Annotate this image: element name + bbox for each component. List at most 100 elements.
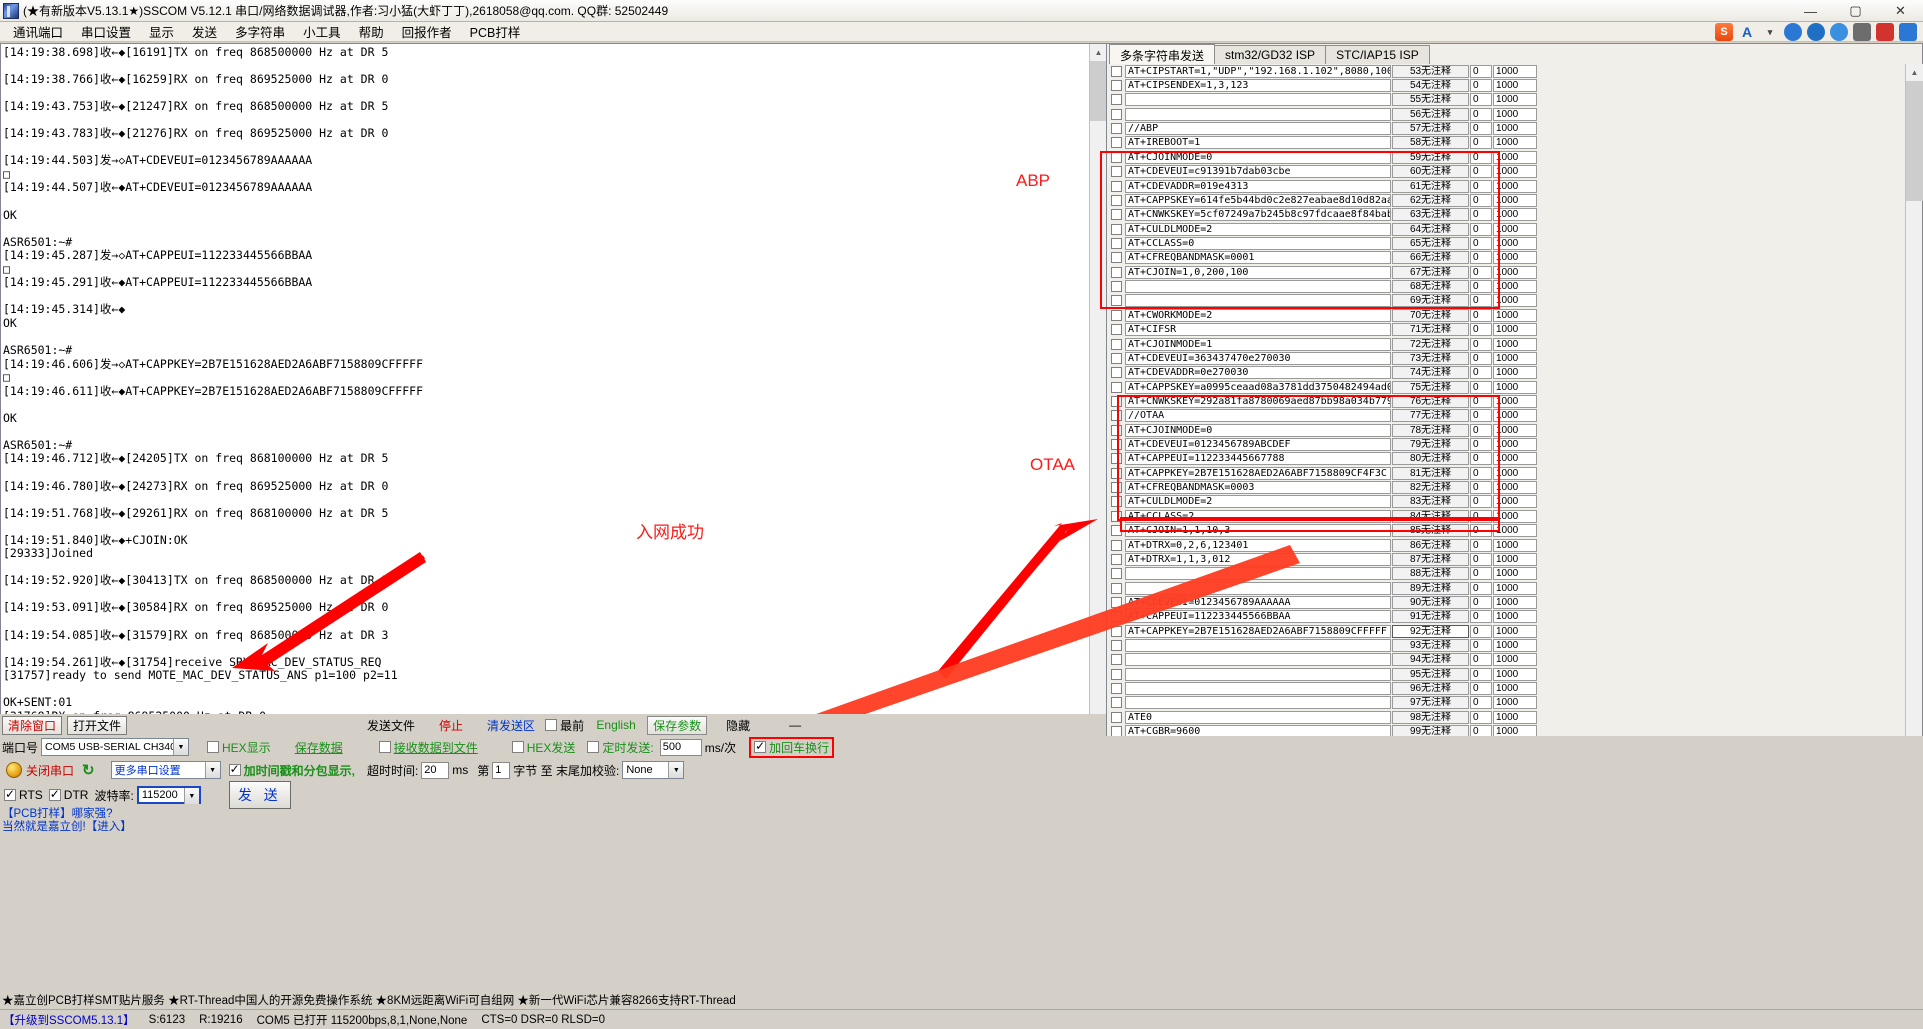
command-row[interactable]: AT+CAPPEUI=112233445566BBAA 91无注释 0 1000 bbox=[1109, 610, 1902, 624]
command-row[interactable]: AT+CIPSTART=1,"UDP","192.168.1.102",8080… bbox=[1109, 64, 1902, 78]
command-text-input[interactable]: AT+CFREQBANDMASK=0003 bbox=[1125, 481, 1391, 495]
command-delay-input[interactable]: 1000 bbox=[1493, 409, 1537, 423]
command-row[interactable]: AT+DTRX=0,2,6,123401 86无注释 0 1000 bbox=[1109, 538, 1902, 552]
command-flag-input[interactable]: 0 bbox=[1470, 624, 1492, 638]
refresh-icon[interactable]: ↻ bbox=[82, 761, 95, 779]
rts-checkbox[interactable] bbox=[4, 787, 16, 801]
command-text-input[interactable]: AT+CDEVEUI=0123456789ABCDEF bbox=[1125, 438, 1391, 452]
menu-item-feedback[interactable]: 回报作者 bbox=[393, 21, 461, 42]
command-text-input[interactable] bbox=[1125, 667, 1391, 681]
command-delay-input[interactable]: 1000 bbox=[1493, 481, 1537, 495]
save-params-button[interactable]: 保存参数 bbox=[647, 715, 708, 735]
open-file-button[interactable]: 打开文件 bbox=[67, 715, 128, 735]
more-settings-chevron-down-icon[interactable]: ▼ bbox=[204, 762, 220, 778]
command-note-input[interactable]: 86无注释 bbox=[1392, 538, 1469, 552]
command-note-input[interactable]: 98无注释 bbox=[1392, 710, 1469, 724]
command-note-input[interactable]: 73无注释 bbox=[1392, 351, 1469, 365]
baud-chevron-down-icon[interactable]: ▼ bbox=[183, 788, 199, 804]
command-row-checkbox[interactable] bbox=[1111, 683, 1122, 695]
command-row-checkbox[interactable] bbox=[1111, 367, 1122, 379]
command-delay-input[interactable]: 1000 bbox=[1493, 366, 1537, 380]
command-note-input[interactable]: 90无注释 bbox=[1392, 595, 1469, 609]
command-flag-input[interactable]: 0 bbox=[1470, 280, 1492, 294]
command-flag-input[interactable]: 0 bbox=[1470, 409, 1492, 423]
command-row-checkbox[interactable] bbox=[1111, 352, 1122, 364]
bytes-input[interactable]: 1 bbox=[492, 761, 511, 779]
command-flag-input[interactable]: 0 bbox=[1470, 509, 1492, 523]
command-row-checkbox[interactable] bbox=[1111, 582, 1122, 594]
command-flag-input[interactable]: 0 bbox=[1470, 122, 1492, 136]
recv-to-file-checkbox[interactable] bbox=[378, 741, 391, 753]
command-note-input[interactable]: 61无注释 bbox=[1392, 179, 1469, 193]
command-note-input[interactable]: 59无注释 bbox=[1392, 150, 1469, 164]
command-text-input[interactable]: AT+IREBOOT=1 bbox=[1125, 136, 1391, 150]
command-flag-input[interactable]: 0 bbox=[1470, 481, 1492, 495]
command-text-input[interactable]: AT+CULDLMODE=2 bbox=[1125, 495, 1391, 509]
command-note-input[interactable]: 91无注释 bbox=[1392, 610, 1469, 624]
command-flag-input[interactable]: 0 bbox=[1470, 351, 1492, 365]
command-note-input[interactable]: 76无注释 bbox=[1392, 394, 1469, 408]
dtr-checkbox[interactable] bbox=[48, 787, 61, 801]
command-note-input[interactable]: 79无注释 bbox=[1392, 438, 1469, 452]
command-note-input[interactable]: 94无注释 bbox=[1392, 653, 1469, 667]
command-row[interactable]: AT+CFREQBANDMASK=0001 66无注释 0 1000 bbox=[1109, 251, 1902, 265]
command-delay-input[interactable]: 1000 bbox=[1493, 280, 1537, 294]
command-row-checkbox[interactable] bbox=[1111, 295, 1122, 307]
command-flag-input[interactable]: 0 bbox=[1470, 136, 1492, 150]
command-text-input[interactable]: AT+CDEVADDR=019e4313 bbox=[1125, 179, 1391, 193]
more-settings-select[interactable]: 更多串口设置 ▼ bbox=[110, 761, 221, 779]
command-row-checkbox[interactable] bbox=[1111, 668, 1122, 680]
command-row-checkbox[interactable] bbox=[1111, 439, 1122, 451]
command-row-checkbox[interactable] bbox=[1111, 395, 1122, 407]
cmd-scroll-thumb[interactable] bbox=[1906, 81, 1923, 201]
command-row[interactable]: AT+CULDLMODE=2 83无注释 0 1000 bbox=[1109, 495, 1902, 509]
command-text-input[interactable]: AT+CFREQBANDMASK=0001 bbox=[1125, 251, 1391, 265]
command-row[interactable]: 55无注释 0 1000 bbox=[1109, 93, 1902, 107]
menu-item-multi-string[interactable]: 多字符串 bbox=[226, 21, 294, 42]
command-flag-input[interactable]: 0 bbox=[1470, 64, 1492, 78]
command-delay-input[interactable]: 1000 bbox=[1493, 251, 1537, 265]
hex-send-checkbox[interactable] bbox=[511, 741, 524, 753]
add-crlf-checkbox[interactable] bbox=[754, 739, 767, 753]
command-delay-input[interactable]: 1000 bbox=[1493, 682, 1537, 696]
menu-item-tools[interactable]: 小工具 bbox=[294, 21, 350, 42]
command-row-checkbox[interactable] bbox=[1111, 180, 1122, 192]
clear-send-area-button[interactable]: 清发送区 bbox=[482, 716, 540, 735]
topmost-checkbox-row[interactable]: 最前 bbox=[545, 717, 584, 734]
command-flag-input[interactable]: 0 bbox=[1470, 639, 1492, 653]
hide-button[interactable]: 隐藏 bbox=[712, 716, 764, 735]
command-text-input[interactable] bbox=[1125, 280, 1391, 294]
tab-multi-string-send[interactable]: 多条字符串发送 bbox=[1109, 44, 1216, 64]
command-delay-input[interactable]: 1000 bbox=[1493, 452, 1537, 466]
command-note-input[interactable]: 63无注释 bbox=[1392, 208, 1469, 222]
tab-stc-isp[interactable]: STC/IAP15 ISP bbox=[1325, 45, 1430, 64]
close-button[interactable]: ✕ bbox=[1878, 0, 1923, 22]
command-row[interactable]: AT+CDEVADDR=0e270030 74无注释 0 1000 bbox=[1109, 366, 1902, 380]
command-note-input[interactable]: 72无注释 bbox=[1392, 337, 1469, 351]
log-scroll-thumb[interactable] bbox=[1090, 61, 1106, 121]
command-flag-input[interactable]: 0 bbox=[1470, 337, 1492, 351]
command-delay-input[interactable]: 1000 bbox=[1493, 423, 1537, 437]
command-delay-input[interactable]: 1000 bbox=[1493, 653, 1537, 667]
command-delay-input[interactable]: 1000 bbox=[1493, 595, 1537, 609]
command-flag-input[interactable]: 0 bbox=[1470, 524, 1492, 538]
english-button[interactable]: English bbox=[590, 716, 642, 735]
mic-icon[interactable] bbox=[1830, 23, 1848, 41]
clock-icon[interactable] bbox=[1807, 23, 1825, 41]
command-row-checkbox[interactable] bbox=[1111, 65, 1122, 77]
command-text-input[interactable]: AT+CAPPEUI=112233445566BBAA bbox=[1125, 610, 1391, 624]
command-text-input[interactable] bbox=[1125, 653, 1391, 667]
command-delay-input[interactable]: 1000 bbox=[1493, 509, 1537, 523]
command-delay-input[interactable]: 1000 bbox=[1493, 323, 1537, 337]
command-text-input[interactable]: AT+CAPPEUI=112233445667788 bbox=[1125, 452, 1391, 466]
command-note-input[interactable]: 88无注释 bbox=[1392, 567, 1469, 581]
command-row-checkbox[interactable] bbox=[1111, 596, 1122, 608]
command-flag-input[interactable]: 0 bbox=[1470, 610, 1492, 624]
command-text-input[interactable]: AT+CAPPSKEY=a0995ceaad08a3781dd375048249… bbox=[1125, 380, 1391, 394]
command-note-input[interactable]: 78无注释 bbox=[1392, 423, 1469, 437]
command-flag-input[interactable]: 0 bbox=[1470, 294, 1492, 308]
log-scrollbar[interactable]: ▲ ▼ bbox=[1089, 44, 1106, 816]
command-flag-input[interactable]: 0 bbox=[1470, 380, 1492, 394]
command-row-checkbox[interactable] bbox=[1111, 525, 1122, 537]
command-text-input[interactable] bbox=[1125, 639, 1391, 653]
